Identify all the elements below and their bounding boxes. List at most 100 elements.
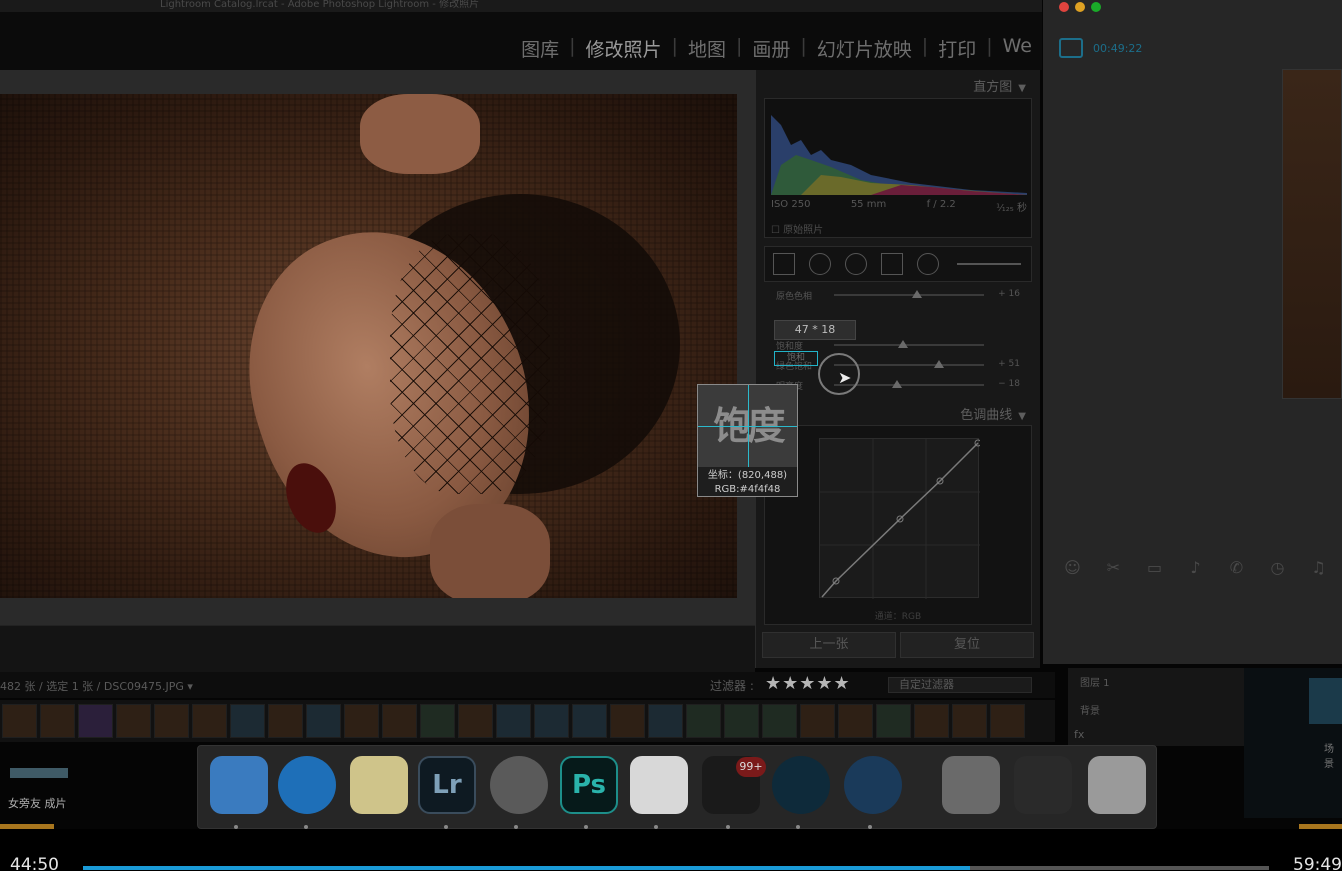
reset-button[interactable]: 复位 [900, 632, 1034, 658]
layer-1[interactable]: 图层 1 [1080, 674, 1110, 689]
filmstrip-thumbnail[interactable] [116, 704, 151, 738]
slider-knob[interactable] [911, 290, 922, 298]
curve-line [820, 439, 982, 599]
folder-icon[interactable] [1309, 678, 1342, 724]
zoom-button[interactable] [1091, 2, 1101, 12]
filmstrip-thumbnail[interactable] [610, 704, 645, 738]
finder-icon[interactable] [210, 756, 268, 814]
filmstrip-thumbnail[interactable] [876, 704, 911, 738]
tone-curve-header[interactable]: 色调曲线 ▼ [960, 404, 1026, 423]
main-photo[interactable] [0, 94, 737, 598]
quicktime-icon[interactable] [844, 756, 902, 814]
filmstrip-thumbnail[interactable] [268, 704, 303, 738]
original-photo-toggle[interactable]: ☐ 原始照片 [771, 221, 823, 236]
crop-icon[interactable] [773, 253, 795, 275]
collapse-icon[interactable]: ▼ [1018, 83, 1026, 94]
filmstrip-thumbnail[interactable] [990, 704, 1025, 738]
baidu-netdisk-icon[interactable] [630, 756, 688, 814]
lightroom-icon[interactable]: Lr [418, 756, 476, 814]
microphone-icon[interactable]: ♪ [1186, 558, 1205, 577]
module-tab[interactable]: 地图 [678, 35, 736, 62]
filmstrip [0, 700, 1055, 742]
layer-background[interactable]: 背景 [1080, 702, 1100, 717]
filmstrip-thumbnail[interactable] [40, 704, 75, 738]
iso: ISO 250 [771, 199, 811, 210]
slider-track[interactable] [834, 344, 984, 346]
slider-value[interactable]: − 18 [998, 379, 1020, 389]
safari-icon[interactable] [278, 756, 336, 814]
radial-filter-icon[interactable] [917, 253, 939, 275]
graduated-filter-icon[interactable] [881, 253, 903, 275]
histogram-title: 直方图 [973, 80, 1013, 95]
slider-knob[interactable] [898, 340, 908, 348]
curve-graph[interactable] [819, 438, 982, 599]
filmstrip-thumbnail[interactable] [344, 704, 379, 738]
filmstrip-thumbnail[interactable] [572, 704, 607, 738]
slider-knob[interactable] [892, 380, 902, 388]
histogram-header[interactable]: 直方图 ▼ [973, 76, 1026, 95]
custom-filter-select[interactable]: 自定过滤器 [888, 677, 1032, 693]
filmstrip-thumbnail[interactable] [192, 704, 227, 738]
filmstrip-thumbnail[interactable] [724, 704, 759, 738]
filmstrip-thumbnail[interactable] [458, 704, 493, 738]
filmstrip-thumbnail[interactable] [952, 704, 987, 738]
toolbar-strip [0, 625, 755, 679]
filmstrip-thumbnail[interactable] [800, 704, 835, 738]
slider-value[interactable]: + 51 [998, 359, 1020, 369]
tone-curve: 通道：RGB [764, 425, 1032, 625]
slider-knob[interactable] [934, 360, 944, 368]
module-tab[interactable]: 图库 [511, 35, 569, 62]
collapse-icon[interactable]: ▼ [1018, 411, 1026, 422]
filmstrip-thumbnail[interactable] [686, 704, 721, 738]
fx-icon[interactable]: fx [1074, 728, 1084, 741]
module-tab[interactable]: 幻灯片放映 [807, 35, 922, 62]
filmstrip-thumbnail[interactable] [78, 704, 113, 738]
filmstrip-path[interactable]: 482 张 / 选定 1 张 / DSC09475.JPG ▾ [0, 678, 193, 694]
filmstrip-thumbnail[interactable] [534, 704, 569, 738]
filmstrip-thumbnail[interactable] [230, 704, 265, 738]
module-tab[interactable]: 画册 [742, 35, 800, 62]
preview-stack-icon[interactable] [942, 756, 1000, 814]
screen-share-icon[interactable] [1059, 38, 1083, 58]
folder-icon[interactable]: ▭ [1145, 558, 1164, 577]
previous-button[interactable]: 上一张 [762, 632, 896, 658]
curve-channel[interactable]: 通道：RGB [765, 609, 1031, 622]
filmstrip-thumbnail[interactable] [2, 704, 37, 738]
filmstrip-thumbnail[interactable] [914, 704, 949, 738]
module-tab[interactable]: 修改照片 [576, 35, 672, 62]
selected-slider-label[interactable]: 饱和 [774, 351, 818, 366]
screenshot-stack-icon[interactable] [1014, 756, 1072, 814]
filmstrip-thumbnail[interactable] [382, 704, 417, 738]
trash-icon[interactable] [1088, 756, 1146, 814]
slider-value[interactable]: + 16 [998, 289, 1020, 299]
red-eye-icon[interactable] [845, 253, 867, 275]
bell-icon[interactable]: ♫ [1309, 558, 1328, 577]
desktop-file-thumb[interactable] [10, 768, 68, 778]
total-time: 59:49 [1293, 855, 1342, 871]
emoji-icon[interactable]: ☺ [1063, 558, 1082, 577]
filmstrip-thumbnail[interactable] [154, 704, 189, 738]
close-button[interactable] [1059, 2, 1069, 12]
star-filter[interactable]: ★★★★★ [765, 673, 851, 694]
brush-slider[interactable] [957, 263, 1021, 265]
phone-icon[interactable]: ✆ [1227, 558, 1246, 577]
spot-removal-icon[interactable] [809, 253, 831, 275]
scissors-icon[interactable]: ✂ [1104, 558, 1123, 577]
filmstrip-thumbnail[interactable] [420, 704, 455, 738]
minimize-button[interactable] [1075, 2, 1085, 12]
filmstrip-thumbnail[interactable] [306, 704, 341, 738]
module-tab[interactable]: 打印 [928, 35, 986, 62]
filmstrip-thumbnail[interactable] [496, 704, 531, 738]
filmstrip-thumbnail[interactable] [838, 704, 873, 738]
clock-icon[interactable]: ◷ [1268, 558, 1287, 577]
system-preferences-icon[interactable] [490, 756, 548, 814]
screen-share-icon[interactable] [772, 756, 830, 814]
photoshop-icon[interactable]: Ps [560, 756, 618, 814]
filmstrip-thumbnail[interactable] [648, 704, 683, 738]
develop-tools [764, 246, 1032, 282]
filmstrip-thumbnail[interactable] [762, 704, 797, 738]
progress-track[interactable] [83, 866, 1269, 870]
notes-icon[interactable] [350, 756, 408, 814]
module-tab[interactable]: We [993, 35, 1042, 62]
slider-track[interactable] [834, 294, 984, 296]
